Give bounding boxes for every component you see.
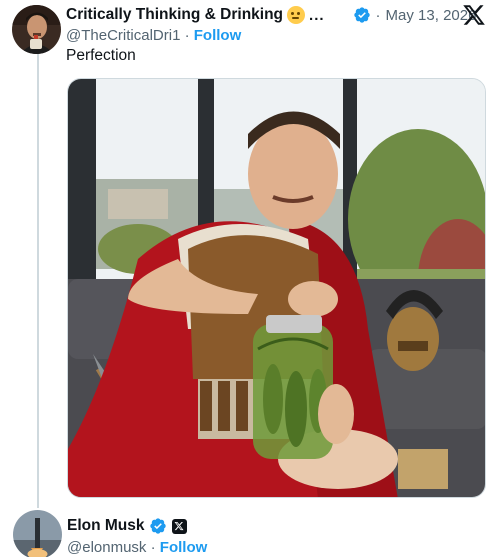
follow-button[interactable]: Follow bbox=[194, 27, 242, 44]
reply-avatar-image bbox=[13, 510, 62, 557]
author-name-row: Critically Thinking & Drinking ... · May… bbox=[66, 5, 476, 25]
reply-author-display-name[interactable]: Elon Musk bbox=[67, 517, 145, 535]
author-display-name[interactable]: Critically Thinking & Drinking bbox=[66, 6, 283, 24]
thread-connector-line bbox=[37, 54, 39, 508]
tweet-text: Perfection bbox=[66, 47, 136, 64]
verified-badge-icon bbox=[149, 518, 166, 534]
x-affiliate-icon bbox=[171, 518, 187, 534]
reply-handle-separator: · bbox=[146, 539, 160, 556]
date-separator: · bbox=[375, 6, 381, 24]
avatar-image bbox=[12, 5, 61, 54]
author-handle-row: @TheCriticalDri1 · Follow bbox=[66, 27, 241, 44]
thinking-face-emoji-icon bbox=[287, 6, 306, 24]
author-handle[interactable]: @TheCriticalDri1 bbox=[66, 27, 180, 44]
x-logo-icon[interactable] bbox=[462, 3, 486, 27]
photo-image bbox=[68, 79, 485, 497]
author-avatar[interactable] bbox=[12, 5, 61, 54]
reply-author-handle-row: @elonmusk · Follow bbox=[67, 539, 207, 556]
reply-follow-button[interactable]: Follow bbox=[160, 539, 208, 556]
tweet-media-photo[interactable] bbox=[67, 78, 486, 498]
reply-author-name-row: Elon Musk bbox=[67, 516, 187, 536]
handle-separator: · bbox=[180, 27, 194, 44]
reply-author-avatar[interactable] bbox=[13, 510, 62, 557]
name-truncation: ... bbox=[309, 6, 325, 24]
reply-author-handle[interactable]: @elonmusk bbox=[67, 539, 146, 556]
verified-badge-icon bbox=[353, 7, 370, 23]
